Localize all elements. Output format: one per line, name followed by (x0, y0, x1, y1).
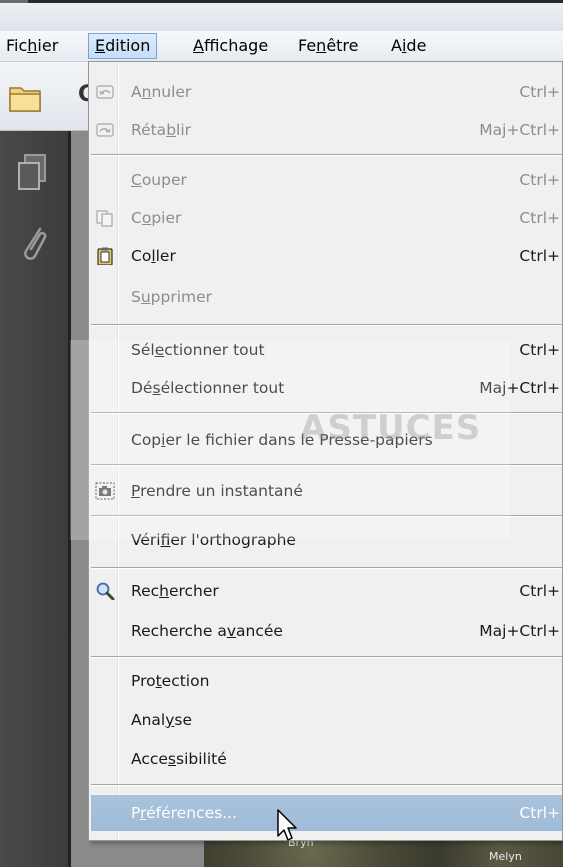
menu-item-deselect-all[interactable]: Désélectionner tout Maj+Ctrl+ (91, 370, 562, 406)
menu-item-spellcheck[interactable]: Vérifier l'orthographe (91, 522, 562, 558)
menu-fichier[interactable]: Fichier (0, 33, 64, 59)
menu-item-label: Analyse (131, 711, 193, 729)
menu-item-label: Recherche avancée (131, 622, 283, 640)
menu-item-label: Copier le fichier dans le Presse-papiers (131, 431, 433, 449)
menu-label-part: ier (37, 36, 59, 55)
menu-item-redo[interactable]: Rétablir Maj+Ctrl+ (91, 112, 562, 148)
menu-separator (91, 154, 562, 157)
menu-affichage[interactable]: Affichage (187, 33, 274, 59)
menu-item-preferences[interactable]: Préférences... Ctrl+ (91, 795, 562, 831)
menu-label-part: de (406, 36, 427, 55)
menu-fenetre[interactable]: Fenêtre (292, 33, 365, 59)
panel-divider (68, 131, 71, 867)
menu-mnemonic: h (27, 36, 38, 55)
menu-item-label: Supprimer (131, 288, 213, 306)
menu-item-undo[interactable]: Annuler Ctrl+ (91, 74, 562, 110)
map-label-2: Melyn (489, 850, 522, 863)
menu-item-shortcut: Ctrl+ (519, 582, 560, 600)
menu-item-protection[interactable]: Protection (91, 663, 562, 699)
menu-item-label: Copier (131, 209, 182, 227)
menu-item-select-all[interactable]: Sélectionner tout Ctrl+ (91, 332, 562, 368)
menu-item-label: Annuler (131, 83, 192, 101)
menu-item-label: Désélectionner tout (131, 379, 285, 397)
menu-item-label: Accessibilité (131, 750, 227, 768)
menu-bar: Fichier Edition Affichage Fenêtre Aide (0, 31, 563, 62)
menu-label-part: Fic (6, 36, 28, 55)
menu-separator (91, 656, 562, 659)
menu-item-accessibility[interactable]: Accessibilité (91, 741, 562, 777)
paste-clipboard-icon (95, 247, 115, 266)
menu-item-shortcut: Maj+Ctrl+ (479, 379, 560, 397)
menu-item-shortcut: Ctrl+ (519, 341, 560, 359)
menu-item-shortcut: Ctrl+ (519, 247, 560, 265)
camera-icon (95, 482, 115, 500)
menu-item-label: Sélectionner tout (131, 341, 265, 359)
menu-aide[interactable]: Aide (385, 33, 432, 59)
menu-item-advanced-search[interactable]: Recherche avancée Maj+Ctrl+ (91, 613, 562, 649)
open-folder-icon[interactable] (8, 82, 44, 114)
menu-item-shortcut: Ctrl+ (519, 171, 560, 189)
menu-item-label: Rétablir (131, 121, 192, 139)
undo-icon (95, 83, 115, 101)
menu-separator (91, 464, 562, 467)
menu-mnemonic: A (193, 36, 204, 55)
copy-icon (95, 209, 115, 227)
menu-item-cut[interactable]: Couper Ctrl+ (91, 162, 562, 198)
magnifier-icon (95, 582, 115, 601)
menu-item-label: Couper (131, 171, 187, 189)
menu-edition[interactable]: Edition (88, 33, 158, 59)
menu-label-part: dition (105, 36, 151, 55)
menu-mnemonic: n (316, 36, 327, 55)
menu-separator (91, 567, 562, 570)
menu-label-part: Fe (298, 36, 317, 55)
menu-item-label: Coller (131, 247, 176, 265)
redo-icon (95, 121, 115, 139)
menu-separator (91, 412, 562, 415)
titlebar-edge (0, 0, 563, 3)
menu-item-copy[interactable]: Copier Ctrl+ (91, 200, 562, 236)
menu-label-part: être (326, 36, 359, 55)
menu-item-shortcut: Ctrl+ (519, 804, 560, 822)
menu-item-label: Prendre un instantané (131, 482, 303, 500)
mouse-cursor-icon (276, 808, 302, 844)
menu-label-part: ffichage (203, 36, 269, 55)
menu-item-label: Préférences... (131, 804, 237, 822)
menu-item-copy-file[interactable]: Copier le fichier dans le Presse-papiers (91, 422, 562, 458)
window-titlebar (0, 0, 563, 31)
menu-item-paste[interactable]: Coller Ctrl+ (91, 238, 562, 274)
menu-item-analysis[interactable]: Analyse (91, 702, 562, 738)
menu-item-shortcut: Maj+Ctrl+ (479, 622, 560, 640)
paperclip-icon[interactable] (18, 223, 48, 263)
pages-icon[interactable] (16, 153, 50, 193)
menu-separator (91, 515, 562, 518)
menu-item-shortcut: Ctrl+ (519, 83, 560, 101)
menu-separator (91, 784, 562, 787)
menu-item-label: Vérifier l'orthographe (131, 531, 296, 549)
menu-item-label: Rechercher (131, 582, 219, 600)
edition-dropdown-menu: Annuler Ctrl+ Rétablir Maj+Ctrl+ Couper … (88, 61, 563, 841)
menu-separator (91, 324, 562, 327)
menu-item-label: Protection (131, 672, 210, 690)
navigation-panel (0, 131, 68, 867)
menu-item-snapshot[interactable]: Prendre un instantané (91, 473, 562, 509)
menu-item-search[interactable]: Rechercher Ctrl+ (91, 573, 562, 609)
menu-item-shortcut: Ctrl+ (519, 209, 560, 227)
menu-item-shortcut: Maj+Ctrl+ (479, 121, 560, 139)
menu-label-part: A (391, 36, 402, 55)
menu-item-delete[interactable]: Supprimer (91, 279, 562, 315)
menu-mnemonic: E (95, 36, 106, 55)
